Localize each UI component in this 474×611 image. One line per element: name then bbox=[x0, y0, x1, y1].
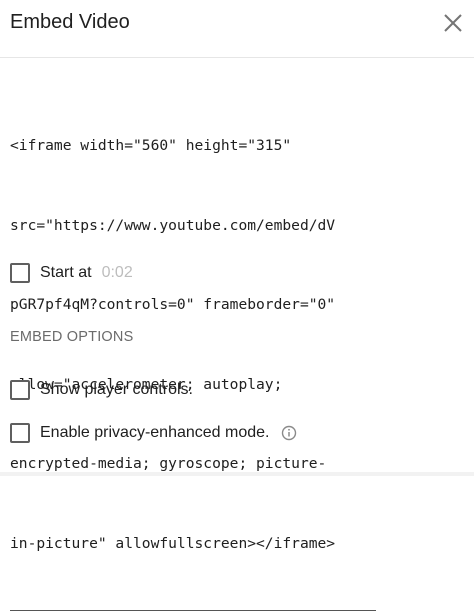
embed-code-line: in-picture" allowfullscreen></iframe> bbox=[10, 534, 336, 552]
privacy-mode-row: Enable privacy-enhanced mode. bbox=[10, 423, 297, 443]
start-at-time-input[interactable]: 0:02 bbox=[102, 264, 133, 282]
privacy-mode-checkbox[interactable] bbox=[10, 423, 30, 443]
embed-code-line: pGR7pf4qM?controls=0" frameborder="0" bbox=[10, 296, 336, 313]
dialog-title: Embed Video bbox=[10, 11, 130, 33]
privacy-mode-label: Enable privacy-enhanced mode. bbox=[40, 424, 270, 441]
close-button[interactable] bbox=[442, 12, 464, 34]
dialog-footer-bar bbox=[0, 472, 474, 476]
start-at-checkbox[interactable] bbox=[10, 263, 30, 283]
show-controls-label: Show player controls. bbox=[40, 381, 193, 398]
start-at-label: Start at bbox=[40, 264, 92, 281]
show-controls-row: Show player controls. bbox=[10, 380, 193, 400]
embed-video-dialog: Embed Video <iframe width="560" height="… bbox=[0, 0, 474, 611]
show-controls-checkbox[interactable] bbox=[10, 380, 30, 400]
embed-code-line: src="https://www.youtube.com/embed/dV bbox=[10, 216, 336, 234]
close-icon bbox=[444, 14, 462, 32]
dialog-header: Embed Video bbox=[0, 0, 474, 58]
start-at-row: Start at 0:02 bbox=[10, 263, 133, 283]
info-icon[interactable] bbox=[281, 425, 297, 441]
embed-code-line: <iframe width="560" height="315" bbox=[10, 137, 292, 154]
embed-code-textarea[interactable]: <iframe width="560" height="315" src="ht… bbox=[10, 80, 376, 611]
embed-options-heading: EMBED OPTIONS bbox=[10, 329, 134, 345]
